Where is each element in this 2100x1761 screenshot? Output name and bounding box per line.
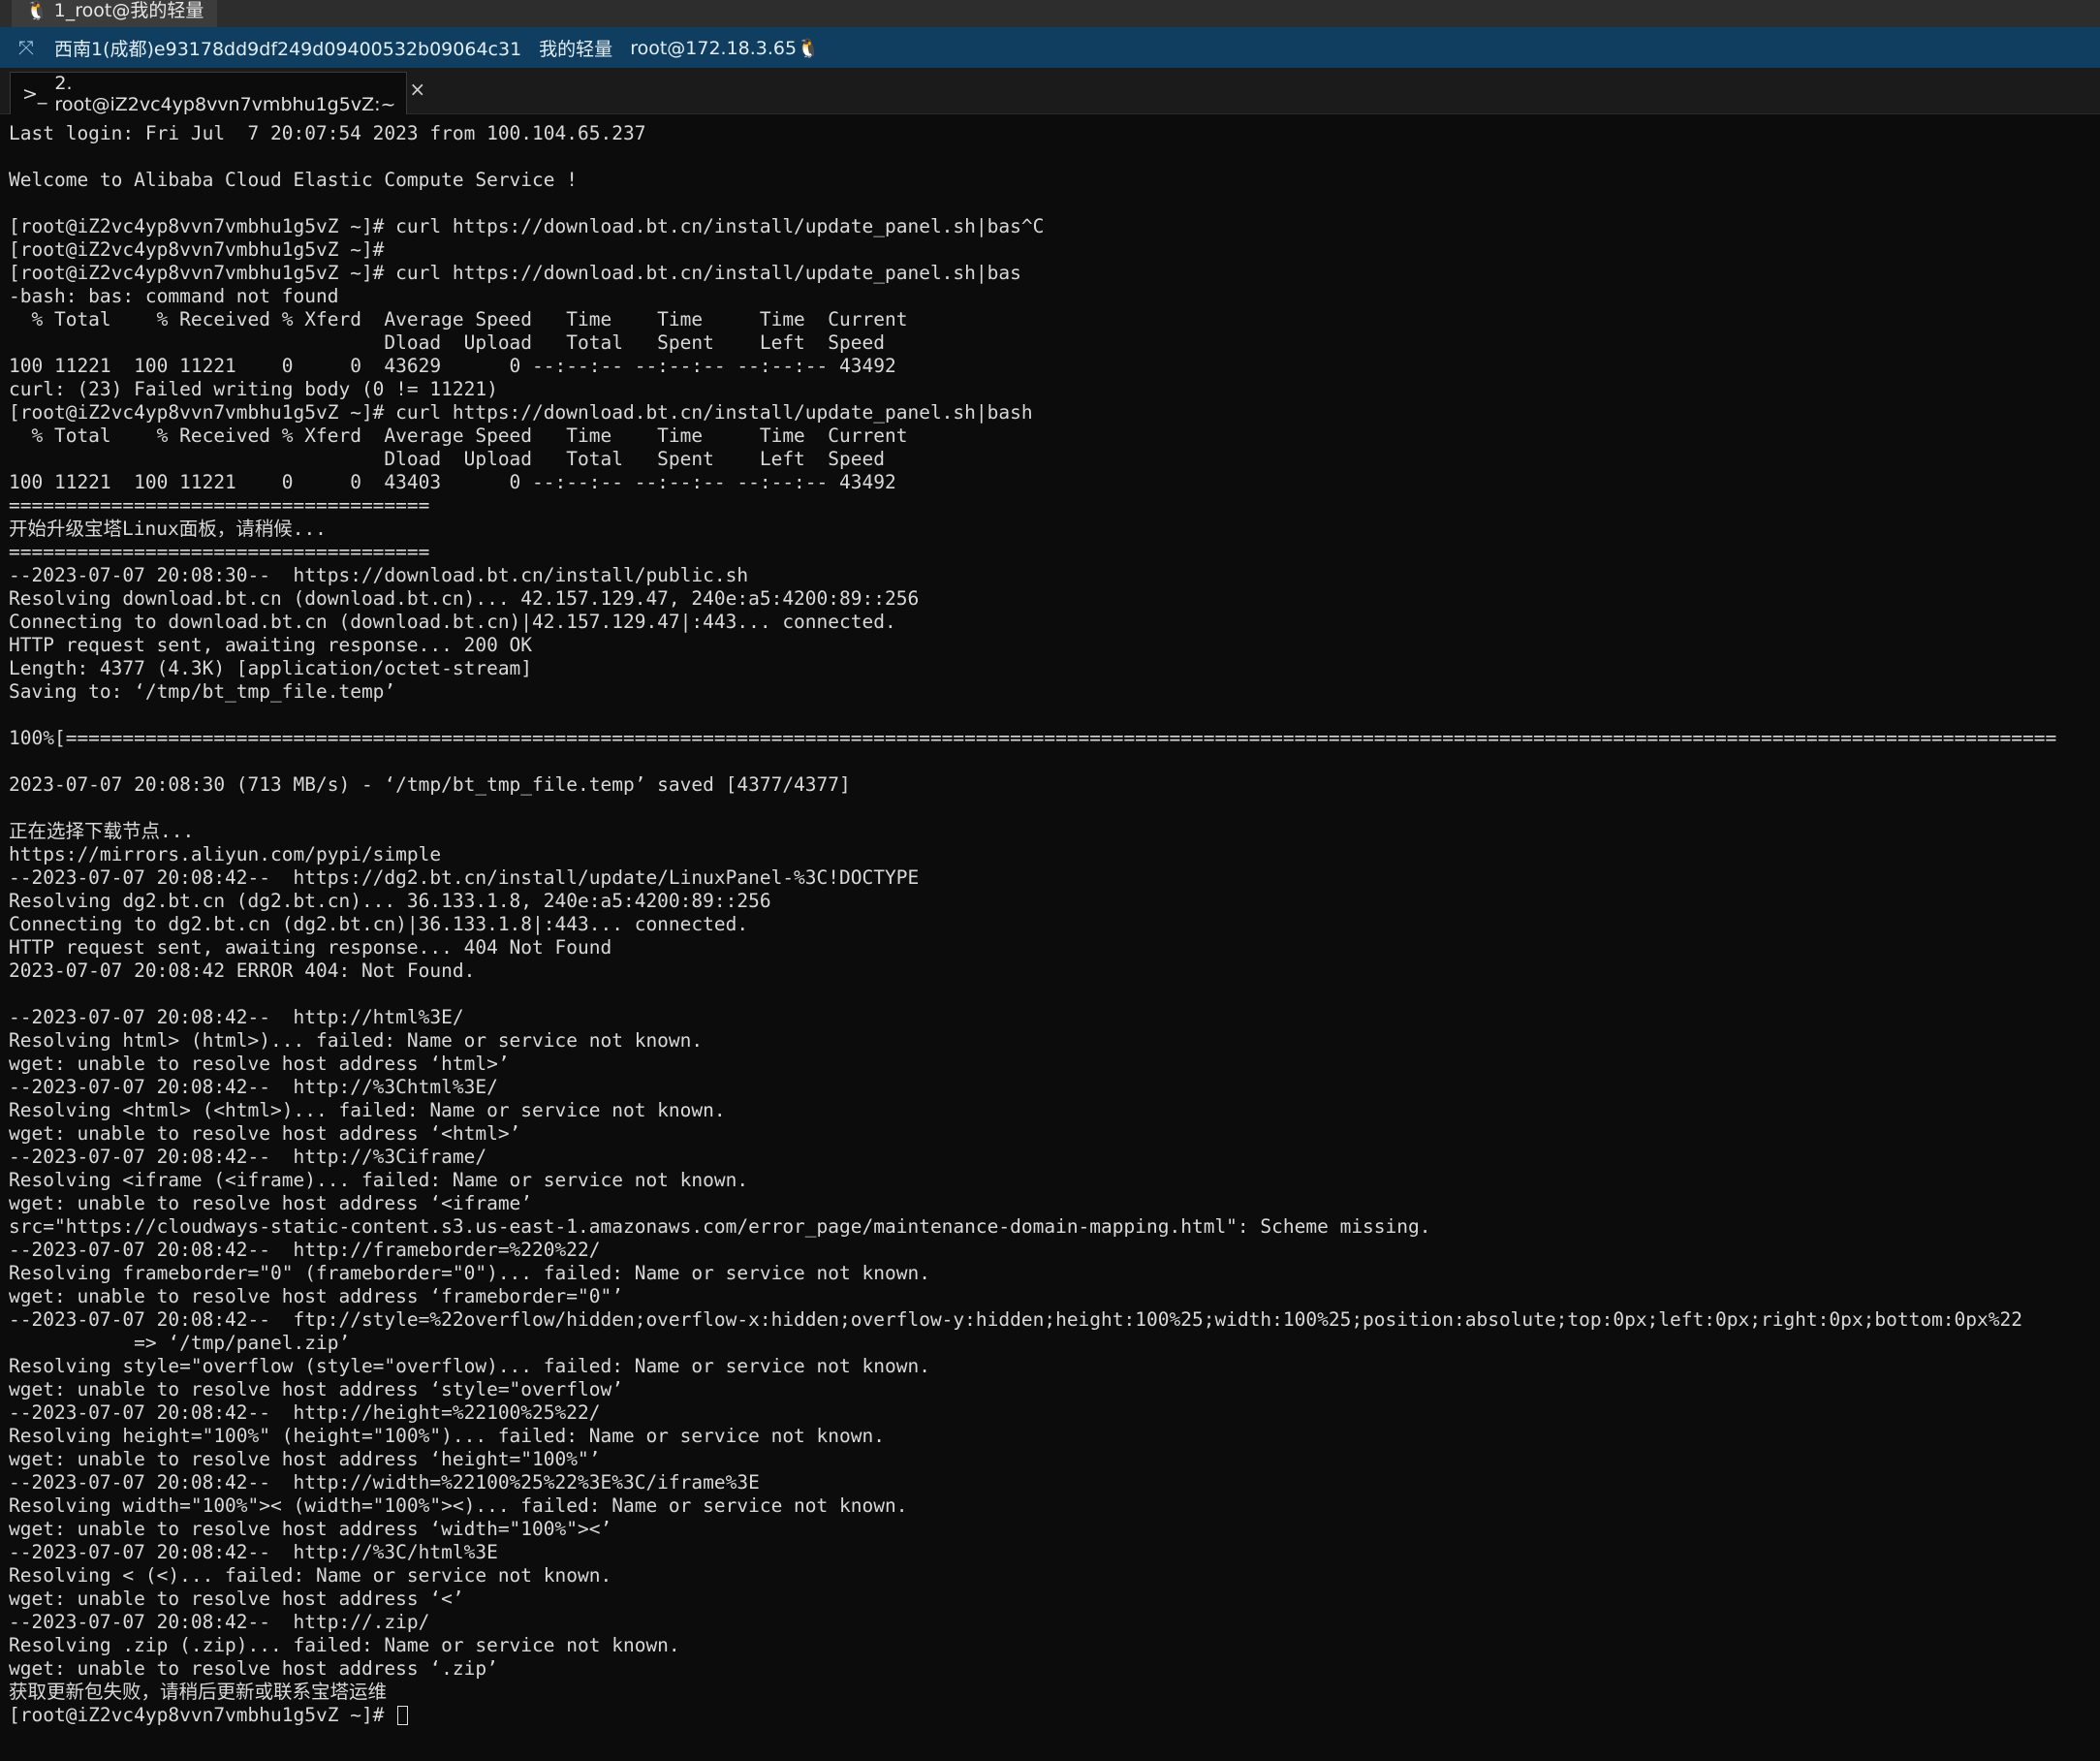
terminal-line: Last login: Fri Jul 7 20:07:54 2023 from… xyxy=(9,122,646,144)
terminal-line: % Total % Received % Xferd Average Speed… xyxy=(9,308,908,330)
terminal-line: --2023-07-07 20:08:42-- http://width=%22… xyxy=(9,1471,760,1494)
terminal-line: Connecting to download.bt.cn (download.b… xyxy=(9,611,896,633)
terminal-line: Resolving <iframe (<iframe)... failed: N… xyxy=(9,1169,749,1191)
window-title-strip: 🐧 1_root@我的轻量 xyxy=(0,0,2100,27)
terminal-line: --2023-07-07 20:08:42-- http://%3Chtml%3… xyxy=(9,1076,498,1098)
terminal-line: 2023-07-07 20:08:42 ERROR 404: Not Found… xyxy=(9,959,476,982)
terminal-line: Resolving html> (html>)... failed: Name … xyxy=(9,1029,704,1052)
terminal-line: Connecting to dg2.bt.cn (dg2.bt.cn)|36.1… xyxy=(9,913,749,935)
terminal-line: [root@iZ2vc4yp8vvn7vmbhu1g5vZ ~]# curl h… xyxy=(9,262,1021,284)
terminal-line: 100 11221 100 11221 0 0 43629 0 --:--:--… xyxy=(9,355,896,377)
terminal-line: 获取更新包失败，请稍后更新或联系宝塔运维 xyxy=(9,1681,388,1703)
terminal-line: HTTP request sent, awaiting response... … xyxy=(9,634,533,656)
terminal-line: wget: unable to resolve host address ‘ht… xyxy=(9,1053,510,1075)
terminal-line: 2023-07-07 20:08:30 (713 MB/s) - ‘/tmp/b… xyxy=(9,773,851,796)
terminal-line: 开始升级宝塔Linux面板，请稍候... xyxy=(9,518,327,540)
expand-icon[interactable]: ⤧ xyxy=(16,36,37,59)
terminal-line: wget: unable to resolve host address ‘<i… xyxy=(9,1192,533,1214)
terminal-line: Resolving frameborder="0" (frameborder="… xyxy=(9,1262,930,1284)
terminal-prompt-line: [root@iZ2vc4yp8vvn7vmbhu1g5vZ ~]# xyxy=(9,1704,2100,1727)
terminal-line: [root@iZ2vc4yp8vvn7vmbhu1g5vZ ~]# curl h… xyxy=(9,401,1033,424)
terminal-line: Resolving .zip (.zip)... failed: Name or… xyxy=(9,1634,680,1656)
terminal-line: --2023-07-07 20:08:42-- http://%3Ciframe… xyxy=(9,1146,487,1168)
terminal-line: Resolving height="100%" (height="100%").… xyxy=(9,1425,885,1447)
terminal-line: Resolving <html> (<html>)... failed: Nam… xyxy=(9,1099,726,1121)
terminal-line: wget: unable to resolve host address ‘fr… xyxy=(9,1285,623,1307)
session-tab-title: 2. root@iZ2vc4yp8vvn7vmbhu1g5vZ:~ xyxy=(54,72,396,115)
terminal-output[interactable]: Last login: Fri Jul 7 20:07:54 2023 from… xyxy=(0,114,2100,1761)
server-user: root@172.18.3.65🐧 xyxy=(630,37,820,59)
terminal-line: https://mirrors.aliyun.com/pypi/simple xyxy=(9,843,442,865)
terminal-line: Resolving < (<)... failed: Name or servi… xyxy=(9,1564,612,1587)
linux-penguin-icon: 🐧 xyxy=(25,0,48,21)
terminal-line: Welcome to Alibaba Cloud Elastic Compute… xyxy=(9,169,578,191)
terminal-line: src="https://cloudways-static-content.s3… xyxy=(9,1215,1431,1238)
terminal-line: => ‘/tmp/panel.zip’ xyxy=(9,1332,351,1354)
linux-penguin-icon: 🐧 xyxy=(797,37,820,59)
terminal-line: Resolving dg2.bt.cn (dg2.bt.cn)... 36.13… xyxy=(9,890,771,912)
terminal-line: [root@iZ2vc4yp8vvn7vmbhu1g5vZ ~]# curl h… xyxy=(9,215,1045,237)
terminal-line: --2023-07-07 20:08:42-- http://framebord… xyxy=(9,1239,601,1261)
terminal-line: Resolving download.bt.cn (download.bt.cn… xyxy=(9,587,920,610)
terminal-line: Resolving width="100%">< (width="100%"><… xyxy=(9,1494,908,1517)
terminal-line: --2023-07-07 20:08:30-- https://download… xyxy=(9,564,749,586)
terminal-line: wget: unable to resolve host address ‘.z… xyxy=(9,1657,498,1680)
connection-info-bar: ⤧ 西南1(成都)e93178dd9df249d09400532b09064c3… xyxy=(0,27,2100,68)
window-tab-title: 1_root@我的轻量 xyxy=(53,0,204,21)
terminal-line: HTTP request sent, awaiting response... … xyxy=(9,936,612,959)
terminal-line: Saving to: ‘/tmp/bt_tmp_file.temp’ xyxy=(9,680,396,703)
terminal-line: --2023-07-07 20:08:42-- http://%3C/html%… xyxy=(9,1541,498,1563)
terminal-line: % Total % Received % Xferd Average Speed… xyxy=(9,425,908,447)
terminal-line: 100%[===================================… xyxy=(9,727,2057,749)
terminal-line: --2023-07-07 20:08:42-- ftp://style=%22o… xyxy=(9,1308,2022,1331)
terminal-line: 100 11221 100 11221 0 0 43403 0 --:--:--… xyxy=(9,471,896,493)
terminal-line: wget: unable to resolve host address ‘wi… xyxy=(9,1518,612,1540)
terminal-line: curl: (23) Failed writing body (0 != 112… xyxy=(9,378,498,400)
terminal-line: Length: 4377 (4.3K) [application/octet-s… xyxy=(9,657,533,679)
session-tab[interactable]: >_ 2. root@iZ2vc4yp8vvn7vmbhu1g5vZ:~ × xyxy=(10,72,425,115)
terminal-line: Dload Upload Total Spent Left Speed xyxy=(9,331,885,354)
terminal-line: -bash: bas: command not found xyxy=(9,285,339,307)
terminal-line: ===================================== xyxy=(9,494,430,517)
terminal-cursor xyxy=(397,1706,409,1725)
session-tab-bar: >_ 2. root@iZ2vc4yp8vvn7vmbhu1g5vZ:~ × xyxy=(0,68,2100,115)
window-tab[interactable]: 🐧 1_root@我的轻量 xyxy=(12,0,218,27)
terminal-line: wget: unable to resolve host address ‘<h… xyxy=(9,1122,521,1145)
terminal-line: --2023-07-07 20:08:42-- https://dg2.bt.c… xyxy=(9,866,920,889)
server-name: 我的轻量 xyxy=(539,38,613,60)
terminal-line: --2023-07-07 20:08:42-- http://.zip/ xyxy=(9,1611,430,1633)
server-region: 西南1(成都)e93178dd9df249d09400532b09064c31 xyxy=(54,38,522,60)
terminal-line: Dload Upload Total Spent Left Speed xyxy=(9,448,885,470)
terminal-line: wget: unable to resolve host address ‘st… xyxy=(9,1378,623,1400)
close-icon[interactable]: × xyxy=(409,78,425,101)
terminal-line: --2023-07-07 20:08:42-- http://height=%2… xyxy=(9,1401,601,1424)
terminal-line: Resolving style="overflow (style="overfl… xyxy=(9,1355,930,1377)
terminal-line: [root@iZ2vc4yp8vvn7vmbhu1g5vZ ~]# xyxy=(9,238,385,261)
terminal-line: 正在选择下载节点... xyxy=(9,820,195,842)
terminal-line: ===================================== xyxy=(9,541,430,563)
terminal-line: --2023-07-07 20:08:42-- http://html%3E/ xyxy=(9,1006,464,1028)
terminal-prompt-icon: >_ xyxy=(22,82,47,105)
terminal-line: wget: unable to resolve host address ‘<’ xyxy=(9,1588,464,1610)
terminal-line: wget: unable to resolve host address ‘he… xyxy=(9,1448,601,1470)
